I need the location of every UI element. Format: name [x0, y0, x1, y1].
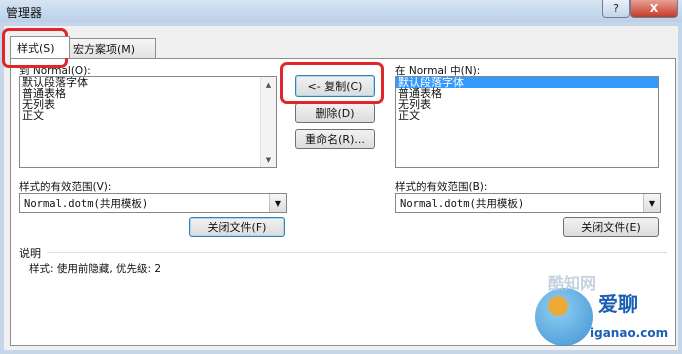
left-scope-select[interactable]: Normal.dotm(共用模板) ▼ [19, 193, 287, 213]
right-close-file-label: 关闭文件(E) [581, 221, 641, 234]
close-button[interactable]: X [630, 0, 678, 18]
right-scope-value: Normal.dotm(共用模板) [400, 198, 525, 210]
left-close-file-label: 关闭文件(F) [207, 221, 267, 234]
description-text: 样式: 使用前隐藏, 优先级: 2 [29, 263, 162, 275]
tab-macro-items[interactable]: 宏方案项(M) [66, 38, 156, 58]
description-title: 说明 [19, 247, 41, 260]
title-bar: 管理器 ? X [0, 0, 682, 22]
list-item[interactable]: 普通表格 [396, 88, 658, 99]
watermark-logo-icon [535, 288, 593, 346]
window-title: 管理器 [6, 6, 43, 20]
left-close-file-button[interactable]: 关闭文件(F) [189, 217, 285, 237]
left-style-list[interactable]: 默认段落字体 普通表格 无列表 正文 ▲ ▼ [19, 76, 277, 168]
help-icon: ? [613, 2, 619, 15]
left-scope-label: 样式的有效范围(V): [19, 181, 112, 193]
rename-button-label: 重命名(R)... [305, 133, 365, 146]
list-item[interactable]: 普通表格 [20, 88, 276, 99]
watermark-orange-dot [548, 296, 568, 316]
list-item[interactable]: 正文 [396, 110, 658, 121]
rename-button[interactable]: 重命名(R)... [295, 129, 375, 149]
right-scope-select[interactable]: Normal.dotm(共用模板) ▼ [395, 193, 661, 213]
watermark-brand-text: 爱聊 [598, 292, 638, 316]
delete-button-label: 删除(D) [315, 107, 355, 120]
tab-styles-label: 样式(S) [17, 41, 55, 55]
right-scope-label: 样式的有效范围(B): [395, 181, 488, 193]
watermark-domain-text: iganao.com [590, 326, 669, 340]
list-item[interactable]: 无列表 [396, 99, 658, 110]
divider [47, 252, 667, 253]
watermark-bg-text: 酷知网 [548, 274, 597, 293]
highlight-box-copy [280, 62, 384, 104]
tab-styles[interactable]: 样式(S) [10, 36, 70, 58]
left-list-scrollbar[interactable]: ▲ ▼ [260, 77, 276, 167]
scroll-down-icon[interactable]: ▼ [261, 152, 276, 167]
chevron-down-icon[interactable]: ▼ [643, 194, 660, 212]
right-close-file-button[interactable]: 关闭文件(E) [563, 217, 659, 237]
chevron-down-icon[interactable]: ▼ [269, 194, 286, 212]
help-button[interactable]: ? [602, 0, 630, 18]
tab-macro-items-label: 宏方案项(M) [73, 42, 136, 56]
scroll-up-icon[interactable]: ▲ [261, 77, 276, 92]
list-item[interactable]: 无列表 [20, 99, 276, 110]
close-icon: X [649, 2, 659, 15]
delete-button[interactable]: 删除(D) [295, 103, 375, 123]
right-style-list[interactable]: 默认段落字体 普通表格 无列表 正文 [395, 76, 659, 168]
list-item[interactable]: 正文 [20, 110, 276, 121]
left-scope-value: Normal.dotm(共用模板) [24, 198, 149, 210]
